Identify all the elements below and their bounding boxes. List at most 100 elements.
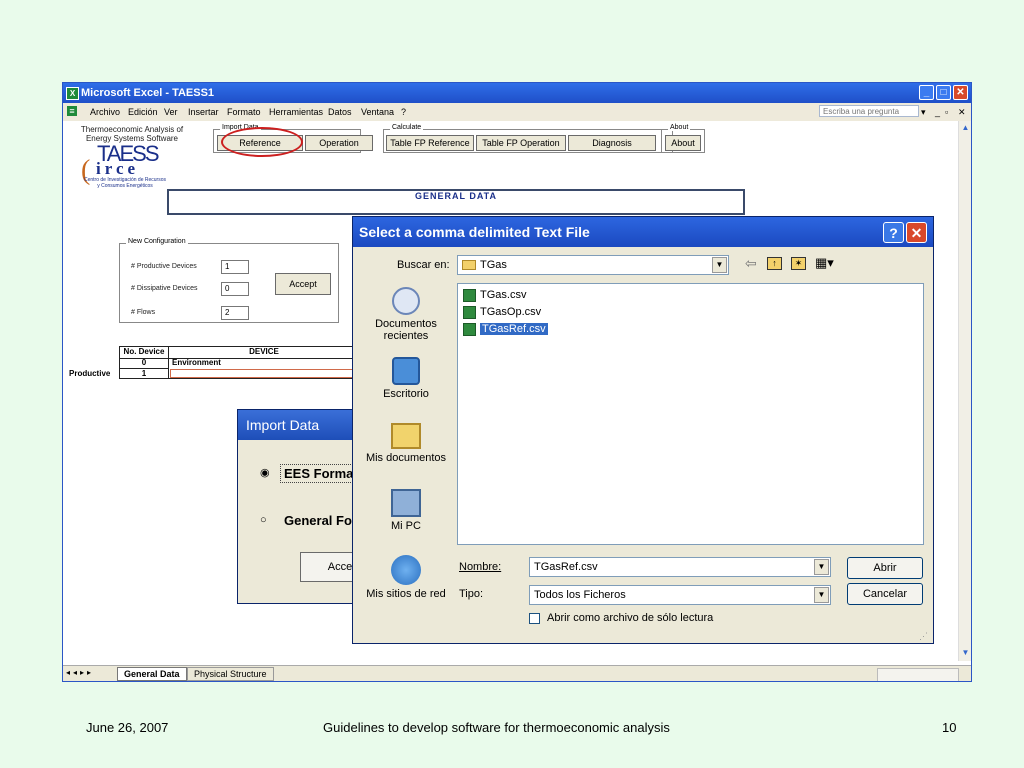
file-name: TGasOp.csv bbox=[480, 306, 542, 318]
place-my-pc-label: Mi PC bbox=[391, 520, 421, 532]
device-table: No. Device DEVICE 0 Environment 1 bbox=[119, 346, 360, 379]
file-type-dropdown-icon[interactable]: ▼ bbox=[814, 587, 829, 603]
close-icon[interactable]: ✕ bbox=[953, 85, 968, 100]
slide-caption: Guidelines to develop software for therm… bbox=[323, 720, 670, 735]
highlight-ellipse bbox=[221, 127, 303, 157]
menu-insertar[interactable]: Insertar bbox=[188, 107, 219, 117]
operation-button[interactable]: Operation bbox=[305, 135, 373, 151]
look-in-combo[interactable]: TGas ▼ bbox=[457, 255, 729, 275]
dissipative-devices-label: # Dissipative Devices bbox=[131, 285, 198, 292]
menu-edicion[interactable]: Edición bbox=[128, 107, 158, 117]
vertical-scrollbar[interactable]: ▲ ▼ bbox=[958, 121, 971, 661]
menu-archivo[interactable]: Archivo bbox=[90, 107, 120, 117]
place-desktop[interactable]: Escritorio bbox=[361, 357, 451, 400]
table-fp-reference-button[interactable]: Table FP Reference bbox=[386, 135, 474, 151]
help-icon[interactable]: ? bbox=[883, 222, 904, 243]
about-group-label: About bbox=[668, 124, 691, 131]
menu-help[interactable]: ? bbox=[401, 107, 406, 117]
my-pc-icon bbox=[391, 489, 421, 517]
ask-dropdown-icon[interactable]: ▾ bbox=[921, 107, 926, 118]
row0-no[interactable]: 0 bbox=[120, 358, 169, 368]
ask-question-input[interactable]: Escriba una pregunta bbox=[819, 105, 919, 117]
up-folder-icon[interactable]: ↑ bbox=[767, 257, 782, 270]
file-item[interactable]: TGas.csv bbox=[463, 288, 526, 303]
productive-devices-input[interactable]: 1 bbox=[221, 260, 249, 274]
place-recent-documents[interactable]: Documentos recientes bbox=[361, 287, 451, 342]
dissipative-devices-input[interactable]: 0 bbox=[221, 282, 249, 296]
doc-restore-icon[interactable]: ▫ bbox=[945, 107, 948, 117]
about-button[interactable]: About bbox=[665, 135, 701, 151]
maximize-icon[interactable]: □ bbox=[936, 85, 951, 100]
excel-icon: X bbox=[66, 87, 79, 100]
menu-herramientas[interactable]: Herramientas bbox=[269, 107, 323, 117]
productive-row-label: Productive bbox=[69, 369, 111, 378]
place-network-label: Mis sitios de red bbox=[366, 588, 446, 600]
open-button[interactable]: Abrir bbox=[847, 557, 923, 579]
radio-unselected-icon[interactable]: ○ bbox=[260, 514, 267, 526]
views-menu-icon[interactable]: ▦▾ bbox=[815, 255, 834, 271]
look-in-dropdown-icon[interactable]: ▼ bbox=[712, 257, 727, 273]
tab-physical-structure[interactable]: Physical Structure bbox=[187, 667, 274, 681]
desktop-icon bbox=[392, 357, 420, 385]
general-data-header: GENERAL DATA bbox=[167, 189, 745, 215]
file-list[interactable]: TGas.csv TGasOp.csv TGasRef.csv bbox=[457, 283, 924, 545]
menu-datos[interactable]: Datos bbox=[328, 107, 352, 117]
menu-formato[interactable]: Formato bbox=[227, 107, 261, 117]
flows-input[interactable]: 2 bbox=[221, 306, 249, 320]
readonly-checkbox[interactable] bbox=[529, 613, 540, 624]
menu-ver[interactable]: Ver bbox=[164, 107, 178, 117]
flows-label: # Flows bbox=[131, 309, 156, 316]
resize-grip-icon[interactable]: ⋰ bbox=[919, 631, 928, 642]
excel-title: Microsoft Excel - TAESS1 bbox=[81, 87, 215, 99]
file-name-dropdown-icon[interactable]: ▼ bbox=[814, 559, 829, 575]
menu-bar: ≡ Archivo Edición Ver Insertar Formato H… bbox=[63, 103, 971, 122]
file-name-value: TGasRef.csv bbox=[534, 561, 598, 573]
file-dialog-titlebar[interactable]: Select a comma delimited Text File ? ✕ bbox=[353, 217, 933, 247]
dialog-close-icon[interactable]: ✕ bbox=[906, 222, 927, 243]
radio-selected-icon[interactable]: ◉ bbox=[260, 466, 270, 479]
look-in-label: Buscar en: bbox=[397, 259, 450, 271]
new-folder-icon[interactable]: ✶ bbox=[791, 257, 806, 270]
diagnosis-button[interactable]: Diagnosis bbox=[568, 135, 656, 151]
file-type-select[interactable]: Todos los Ficheros ▼ bbox=[529, 585, 831, 605]
place-recent-label: Documentos recientes bbox=[375, 318, 437, 342]
sheet-tabs-bar: ◂◂▸▸ General Data Physical Structure bbox=[63, 665, 971, 681]
cancel-button[interactable]: Cancelar bbox=[847, 583, 923, 605]
ees-format-option[interactable]: EES Forma bbox=[280, 464, 358, 483]
doc-minimize-icon[interactable]: _ bbox=[935, 107, 940, 117]
workbook-icon[interactable]: ≡ bbox=[67, 106, 77, 116]
horizontal-scrollbar[interactable] bbox=[877, 668, 959, 681]
file-type-value: Todos los Ficheros bbox=[534, 589, 626, 601]
folder-icon bbox=[462, 260, 476, 270]
csv-file-icon bbox=[463, 306, 476, 319]
slide-page-number: 10 bbox=[942, 720, 957, 735]
tab-general-data[interactable]: General Data bbox=[117, 667, 187, 681]
doc-close-icon[interactable]: ✕ bbox=[958, 107, 966, 118]
tab-nav-icon[interactable]: ◂◂▸▸ bbox=[66, 668, 94, 677]
circe-logo: irce bbox=[96, 159, 140, 178]
place-network[interactable]: Mis sitios de red bbox=[361, 555, 451, 600]
table-fp-operation-button[interactable]: Table FP Operation bbox=[476, 135, 566, 151]
file-item[interactable]: TGasOp.csv bbox=[463, 305, 541, 320]
place-my-documents[interactable]: Mis documentos bbox=[361, 423, 451, 464]
file-name-input[interactable]: TGasRef.csv ▼ bbox=[529, 557, 831, 577]
excel-titlebar[interactable]: X Microsoft Excel - TAESS1 _ □ ✕ bbox=[63, 83, 971, 103]
slide-date: June 26, 2007 bbox=[86, 720, 169, 735]
file-name: TGas.csv bbox=[480, 289, 527, 301]
scroll-up-icon[interactable]: ▲ bbox=[960, 123, 971, 134]
place-my-pc[interactable]: Mi PC bbox=[361, 489, 451, 532]
file-name: TGasRef.csv bbox=[480, 323, 548, 335]
row1-no[interactable]: 1 bbox=[120, 368, 169, 379]
csv-file-icon bbox=[463, 323, 476, 336]
back-icon[interactable]: ⇦ bbox=[745, 255, 757, 272]
row0-name[interactable]: Environment bbox=[172, 358, 352, 368]
accept-button[interactable]: Accept bbox=[275, 273, 331, 295]
import-dialog-titlebar[interactable]: Import Data bbox=[238, 410, 366, 440]
minimize-icon[interactable]: _ bbox=[919, 85, 934, 100]
row1-name-cell[interactable] bbox=[170, 369, 360, 378]
scroll-down-icon[interactable]: ▼ bbox=[960, 648, 971, 659]
file-item-selected[interactable]: TGasRef.csv bbox=[463, 322, 548, 337]
general-format-option[interactable]: General Fo bbox=[284, 513, 352, 528]
file-name-label: Nombre: bbox=[459, 561, 502, 573]
menu-ventana[interactable]: Ventana bbox=[361, 107, 394, 117]
